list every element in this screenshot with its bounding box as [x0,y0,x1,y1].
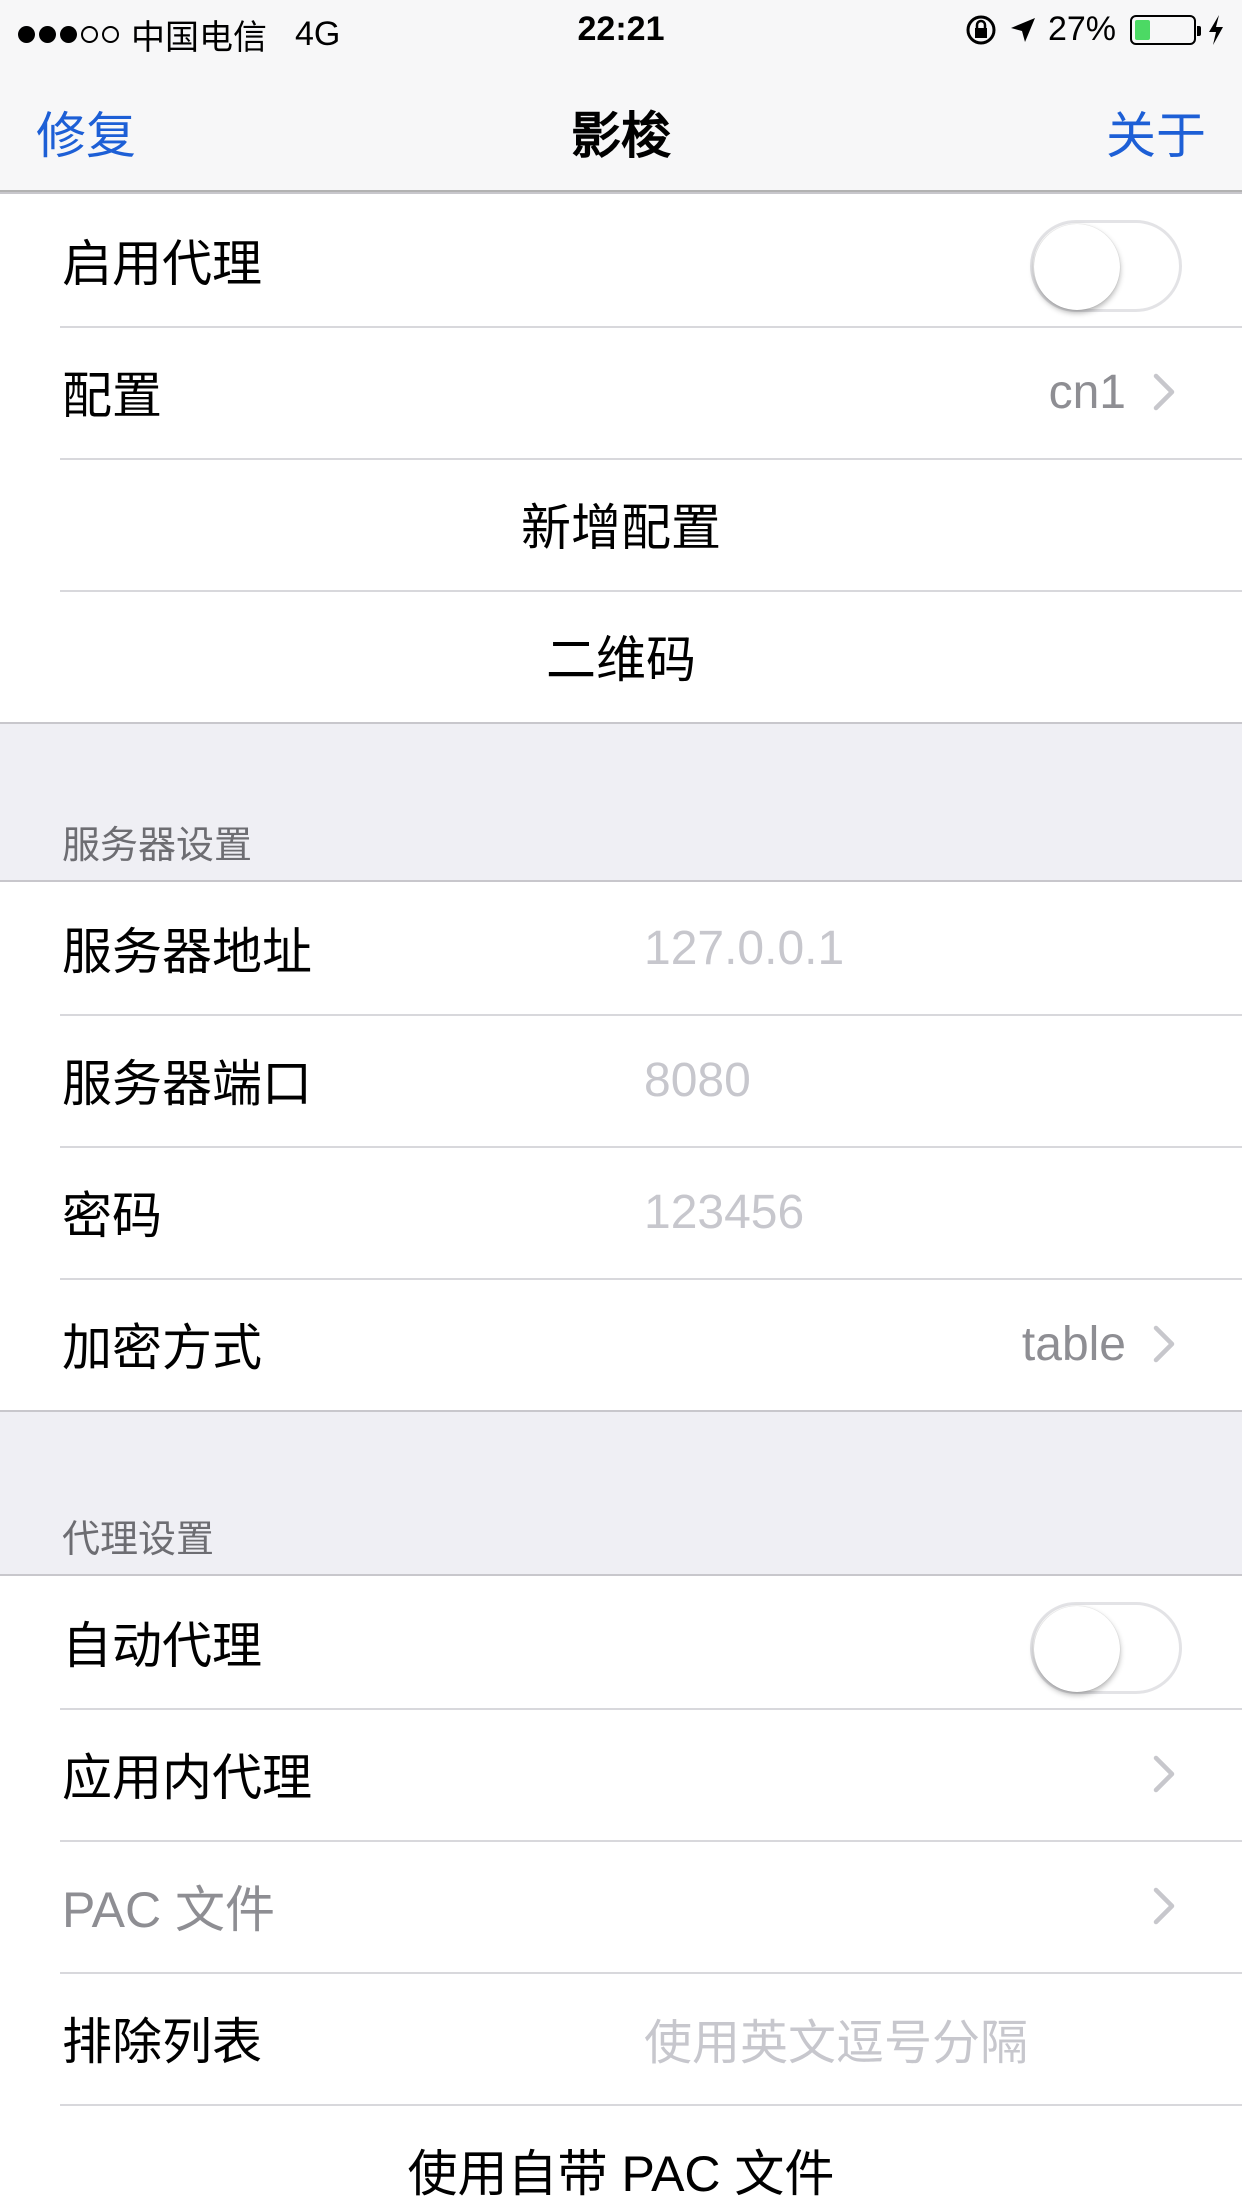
status-bar-right: 27% [964,10,1226,49]
status-bar: 中国电信 4G 22:21 27% [0,0,1242,60]
battery-level [1135,19,1150,40]
server-port-label: 服务器端口 [62,1056,312,1112]
exclude-list-row: 排除列表 使用英文逗号分隔 [0,1972,1242,2104]
page-title: 影梭 [571,108,671,164]
charging-bolt-icon [1209,14,1223,45]
exclude-list-label: 排除列表 [62,2014,262,2070]
password-label: 密码 [62,1188,162,1244]
toggle-knob [1034,224,1120,310]
config-value: cn1 [1048,365,1126,419]
server-port-field[interactable]: 8080 [644,1053,751,1108]
config-row[interactable]: 配置 cn1 [0,326,1242,458]
pac-file-label: PAC 文件 [62,1882,275,1938]
add-config-label: 新增配置 [521,500,721,556]
orientation-lock-icon [966,15,996,44]
password-row: 密码 123456 [0,1146,1242,1278]
toggle-knob [1034,1606,1120,1692]
proxy-config-section: 启用代理 配置 cn1 新增配置 二维码 [0,192,1242,724]
encryption-label: 加密方式 [62,1320,262,1376]
auto-proxy-toggle[interactable] [1030,1602,1182,1694]
server-settings-header: 服务器设置 [62,825,253,867]
exclude-list-field[interactable]: 使用英文逗号分隔 [644,2003,1028,2073]
chevron-right-icon [1153,1325,1175,1363]
chevron-right-icon [1153,373,1175,411]
chevron-right-icon [1153,1887,1175,1925]
auto-proxy-label: 自动代理 [62,1618,262,1674]
encryption-row[interactable]: 加密方式 table [0,1278,1242,1410]
server-address-field[interactable]: 127.0.0.1 [644,921,844,976]
use-builtin-pac-button[interactable]: 使用自带 PAC 文件 [0,2104,1242,2208]
battery-percent: 27% [1047,10,1116,48]
config-label: 配置 [62,368,162,424]
enable-proxy-label: 启用代理 [62,236,262,292]
add-config-button[interactable]: 新增配置 [0,458,1242,590]
proxy-settings-header: 代理设置 [62,1519,215,1561]
server-address-row: 服务器地址 127.0.0.1 [0,882,1242,1014]
battery-icon [1130,14,1201,45]
pac-file-row[interactable]: PAC 文件 [0,1840,1242,1972]
location-arrow-icon [1010,17,1035,42]
chevron-right-icon [1153,1755,1175,1793]
enable-proxy-toggle[interactable] [1030,220,1182,312]
navigation-bar: 修复 影梭 关于 [0,60,1242,192]
proxy-settings-section: 自动代理 应用内代理 PAC 文件 排除列表 使用英文逗号分隔 使用自带 PAC… [0,1574,1242,2208]
auto-proxy-row: 自动代理 [0,1576,1242,1708]
in-app-proxy-row[interactable]: 应用内代理 [0,1708,1242,1840]
password-field[interactable]: 123456 [644,1185,804,1240]
enable-proxy-row: 启用代理 [0,194,1242,326]
qrcode-label: 二维码 [546,632,696,688]
encryption-value: table [1021,1317,1126,1371]
qrcode-button[interactable]: 二维码 [0,590,1242,722]
in-app-proxy-label: 应用内代理 [62,1750,312,1806]
server-address-label: 服务器地址 [62,924,312,980]
about-button[interactable]: 关于 [1106,96,1206,168]
server-settings-section: 服务器地址 127.0.0.1 服务器端口 8080 密码 123456 加密方… [0,880,1242,1412]
server-port-row: 服务器端口 8080 [0,1014,1242,1146]
use-builtin-pac-label: 使用自带 PAC 文件 [407,2146,835,2202]
